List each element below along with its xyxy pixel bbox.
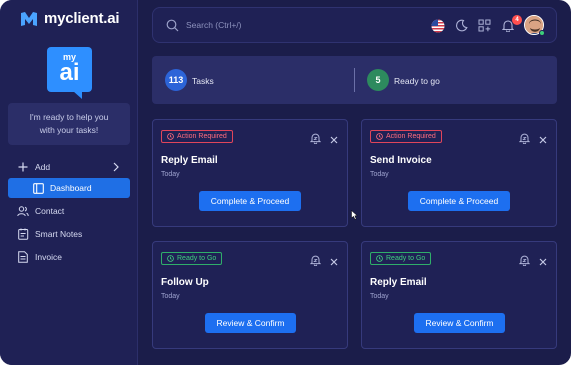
close-icon[interactable] — [330, 253, 338, 271]
app-window: myclient.ai my ai I'm ready to help you … — [0, 0, 571, 365]
ai-assistant-badge: my ai — [47, 47, 92, 99]
sidebar-item-smart-notes[interactable]: Smart Notes — [8, 224, 130, 244]
invoice-icon — [17, 251, 29, 263]
mouse-cursor-icon — [351, 207, 358, 225]
snooze-bell-icon[interactable] — [518, 253, 531, 271]
brand-logo[interactable]: myclient.ai — [20, 10, 120, 27]
card-date: Today — [370, 293, 389, 300]
sidebar-item-label: Add — [35, 162, 51, 172]
clock-icon — [167, 255, 174, 262]
close-icon[interactable] — [539, 131, 547, 149]
card-title: Send Invoice — [370, 155, 432, 166]
tasks-count: 113 — [165, 69, 187, 91]
status-badge: Ready to Go — [370, 252, 432, 265]
status-badge: Ready to Go — [161, 252, 223, 265]
search-icon[interactable] — [166, 19, 179, 37]
task-card: Ready to Go Reply Email Today Review & C… — [361, 241, 557, 349]
assistant-message: I'm ready to help you with your tasks! — [8, 103, 130, 145]
plus-icon — [17, 161, 29, 173]
review-confirm-button[interactable]: Review & Confirm — [205, 313, 296, 333]
status-badge: Action Required — [370, 130, 442, 143]
card-actions — [518, 253, 547, 271]
sidebar: myclient.ai my ai I'm ready to help you … — [0, 0, 138, 365]
ai-badge-main-text: ai — [59, 59, 80, 86]
online-status-dot — [539, 30, 545, 36]
status-badge-label: Ready to Go — [177, 255, 217, 262]
complete-proceed-button[interactable]: Complete & Proceed — [408, 191, 510, 211]
card-title: Reply Email — [161, 155, 218, 166]
task-card: Action Required Send Invoice Today Compl… — [361, 119, 557, 227]
card-date: Today — [370, 171, 389, 178]
sidebar-item-add[interactable]: Add — [8, 157, 130, 177]
notes-icon — [17, 228, 29, 240]
clock-icon — [167, 133, 174, 140]
status-badge-label: Action Required — [177, 133, 227, 140]
top-bar: Search (Ctrl+/) 4 — [152, 7, 557, 43]
us-flag-icon[interactable] — [431, 19, 445, 38]
myclient-logo-icon — [20, 11, 38, 27]
task-card: Ready to Go Follow Up Today Review & Con… — [152, 241, 348, 349]
chevron-right-icon — [112, 162, 120, 174]
stats-divider — [354, 68, 355, 92]
tasks-label: Tasks — [192, 76, 214, 86]
review-confirm-button[interactable]: Review & Confirm — [414, 313, 505, 333]
search-input[interactable]: Search (Ctrl+/) — [186, 20, 242, 30]
stats-bar: 113 Tasks 5 Ready to go — [152, 56, 557, 104]
clock-icon — [376, 133, 383, 140]
task-card: Action Required Reply Email Today Comple… — [152, 119, 348, 227]
snooze-bell-icon[interactable] — [309, 253, 322, 271]
card-date: Today — [161, 293, 180, 300]
close-icon[interactable] — [539, 253, 547, 271]
ready-label: Ready to go — [394, 76, 440, 86]
dashboard-icon — [32, 182, 44, 194]
snooze-bell-icon[interactable] — [518, 131, 531, 149]
status-badge-label: Ready to Go — [386, 255, 426, 262]
sidebar-item-label: Invoice — [35, 252, 62, 262]
sidebar-item-label: Dashboard — [50, 183, 92, 193]
close-icon[interactable] — [330, 131, 338, 149]
assistant-message-line2: with your tasks! — [39, 125, 99, 135]
brand-name: myclient.ai — [44, 10, 120, 27]
sidebar-item-invoice[interactable]: Invoice — [8, 247, 130, 267]
card-actions — [309, 253, 338, 271]
status-badge: Action Required — [161, 130, 233, 143]
sidebar-item-dashboard[interactable]: Dashboard — [8, 178, 130, 198]
apps-grid-icon[interactable] — [478, 19, 491, 37]
sidebar-item-label: Smart Notes — [35, 229, 83, 239]
card-date: Today — [161, 171, 180, 178]
assistant-message-line1: I'm ready to help you — [29, 112, 109, 122]
card-title: Follow Up — [161, 277, 209, 288]
sidebar-item-contact[interactable]: Contact — [8, 201, 130, 221]
ready-count: 5 — [367, 69, 389, 91]
speech-tail — [73, 91, 82, 99]
clock-icon — [376, 255, 383, 262]
status-badge-label: Action Required — [386, 133, 436, 140]
card-actions — [518, 131, 547, 149]
sidebar-item-label: Contact — [35, 206, 65, 216]
complete-proceed-button[interactable]: Complete & Proceed — [199, 191, 301, 211]
moon-icon[interactable] — [455, 19, 468, 37]
card-title: Reply Email — [370, 277, 427, 288]
notification-count-badge: 4 — [512, 15, 522, 25]
card-actions — [309, 131, 338, 149]
snooze-bell-icon[interactable] — [309, 131, 322, 149]
users-icon — [17, 205, 29, 217]
